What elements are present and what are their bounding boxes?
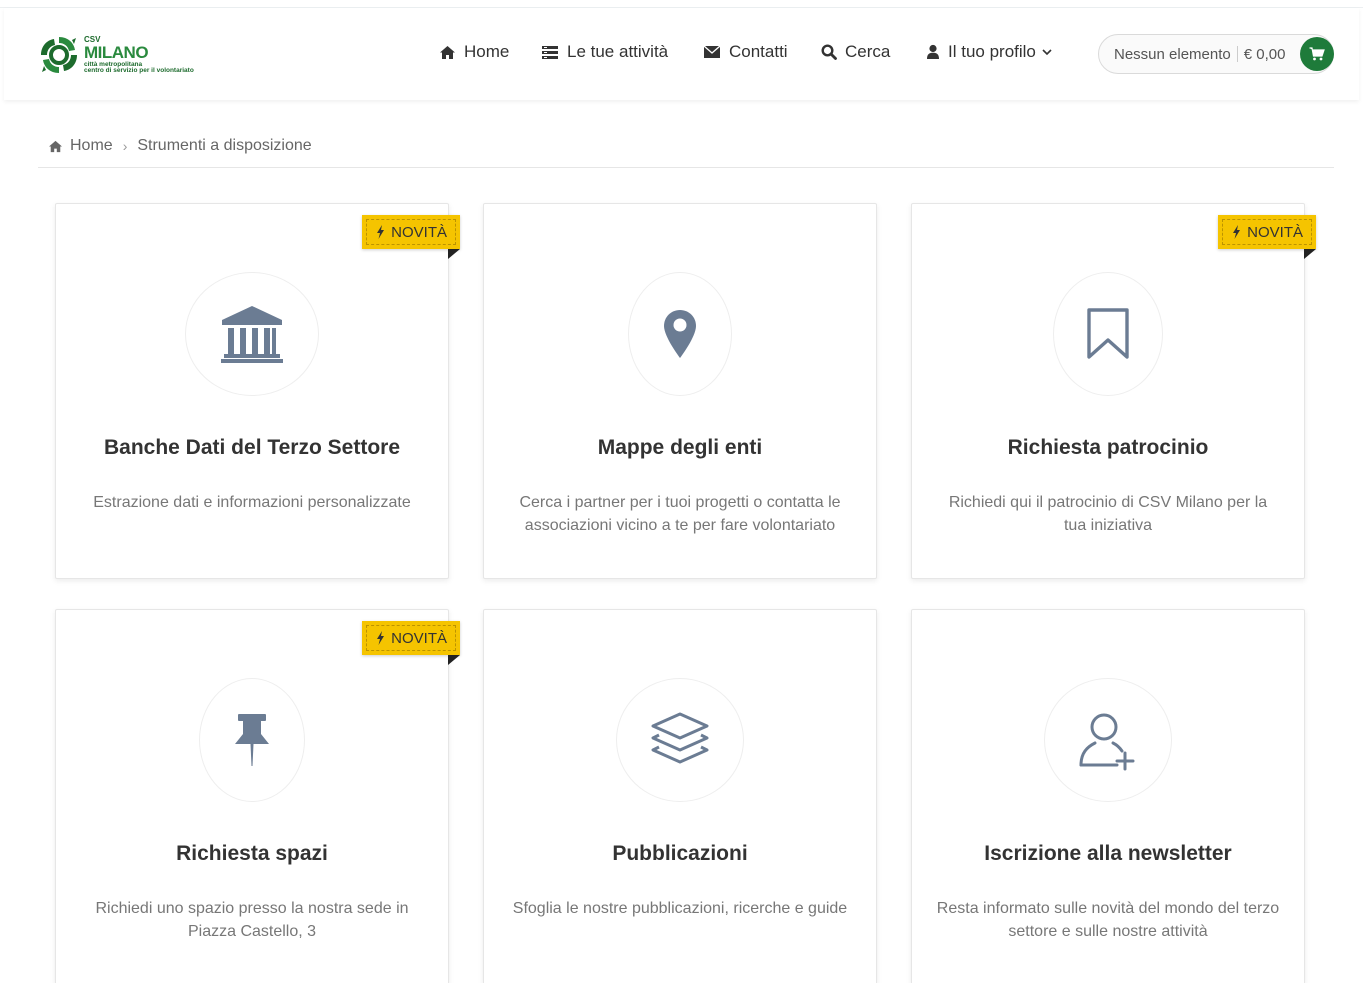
nav-le-tue-attivita-label: Le tue attività <box>567 42 669 61</box>
card-icon-circle <box>1044 678 1172 802</box>
logo-sub2-text: centro di servizio per il volontariato <box>84 67 194 74</box>
card-title: Pubblicazioni <box>612 842 748 865</box>
card-description: Estrazione dati e informazioni personali… <box>93 494 411 511</box>
nav-home[interactable]: Home <box>439 42 509 62</box>
nav-contatti-label: Contatti <box>729 42 788 61</box>
novita-badge: NOVITÀ <box>1218 215 1316 249</box>
card-description: Richiedi uno spazio presso la nostra sed… <box>95 900 409 940</box>
search-icon <box>821 44 837 60</box>
cart-widget[interactable]: Nessun elemento € 0,00 <box>1098 34 1334 74</box>
breadcrumb: Home › Strumenti a disposizione <box>48 137 312 155</box>
envelope-icon <box>703 45 721 58</box>
nav-home-label: Home <box>464 42 510 61</box>
card-title: Mappe degli enti <box>597 436 763 459</box>
badge-fold <box>448 249 460 259</box>
tool-card-mappe-enti[interactable]: Mappe degli enti Cerca i partner per i t… <box>483 203 877 579</box>
chevron-down-icon <box>1042 49 1052 56</box>
cart-items-label: Nessun elemento <box>1114 45 1231 63</box>
breadcrumb-divider <box>38 167 1334 168</box>
list-icon <box>542 45 558 59</box>
map-marker-icon <box>664 310 696 358</box>
tool-card-richiesta-spazi[interactable]: NOVITÀ Richiesta spazi Richiedi uno spaz… <box>55 609 460 983</box>
novita-badge-label: NOVITÀ <box>391 629 447 647</box>
cart-icon <box>1309 47 1325 61</box>
card-description: Cerca i partner per i tuoi progetti o co… <box>519 494 841 534</box>
card-icon-circle <box>185 272 319 396</box>
nav-cerca-label: Cerca <box>845 42 891 61</box>
card-icon-circle <box>628 272 732 396</box>
tool-card-iscrizione-newsletter[interactable]: Iscrizione alla newsletter Resta informa… <box>911 609 1305 983</box>
tool-card-pubblicazioni[interactable]: Pubblicazioni Sfoglia le nostre pubblica… <box>483 609 877 983</box>
card-title: Iscrizione alla newsletter <box>984 842 1232 865</box>
bolt-icon <box>377 225 385 239</box>
card-title: Richiesta spazi <box>176 842 328 865</box>
card-icon-circle <box>199 678 305 802</box>
cart-separator <box>1236 46 1238 62</box>
breadcrumb-home[interactable]: Home <box>70 137 113 155</box>
nav-contatti[interactable]: Contatti <box>703 42 788 62</box>
novita-badge-label: NOVITÀ <box>391 223 447 241</box>
novita-badge-label: NOVITÀ <box>1247 223 1303 241</box>
cart-button[interactable] <box>1300 37 1334 71</box>
pushpin-icon <box>235 714 269 766</box>
tool-card-richiesta-patrocinio[interactable]: NOVITÀ Richiesta patrocinio Richiedi qui… <box>911 203 1316 579</box>
top-border <box>0 0 1363 8</box>
home-icon <box>49 140 62 152</box>
layers-icon <box>651 712 709 764</box>
breadcrumb-separator: › <box>122 138 128 154</box>
novita-badge: NOVITÀ <box>362 215 460 249</box>
novita-badge: NOVITÀ <box>362 621 460 655</box>
card-title: Banche Dati del Terzo Settore <box>103 436 400 459</box>
badge-fold <box>1304 249 1316 259</box>
card-description: Sfoglia le nostre pubblicazioni, ricerch… <box>512 900 848 917</box>
card-description: Richiedi qui il patrocinio di CSV Milano… <box>948 494 1268 534</box>
bolt-icon <box>377 631 385 645</box>
card-description: Resta informato sulle novità del mondo d… <box>936 900 1280 940</box>
badge-fold <box>448 655 460 665</box>
card-icon-circle <box>616 678 744 802</box>
nav-il-tuo-profilo[interactable]: Il tuo profilo <box>926 42 1053 62</box>
user-icon <box>927 44 939 59</box>
bank-icon <box>221 306 283 363</box>
card-icon-circle <box>1053 272 1163 396</box>
home-icon <box>440 45 455 59</box>
bookmark-icon <box>1087 308 1129 359</box>
nav-le-tue-attivita[interactable]: Le tue attività <box>541 42 668 62</box>
cart-total: € 0,00 <box>1243 45 1286 63</box>
tool-card-banche-dati[interactable]: NOVITÀ Banche Dati del Terzo Settore Est… <box>55 203 460 579</box>
nav-il-tuo-profilo-label: Il tuo profilo <box>948 42 1036 61</box>
breadcrumb-current: Strumenti a disposizione <box>137 137 312 154</box>
card-title: Richiesta patrocinio <box>1007 436 1209 459</box>
nav-cerca[interactable]: Cerca <box>821 42 890 62</box>
bolt-icon <box>1233 225 1241 239</box>
user-add-icon <box>1079 713 1135 771</box>
site-header: CSV MILANO città metropolitana centro di… <box>4 8 1359 100</box>
